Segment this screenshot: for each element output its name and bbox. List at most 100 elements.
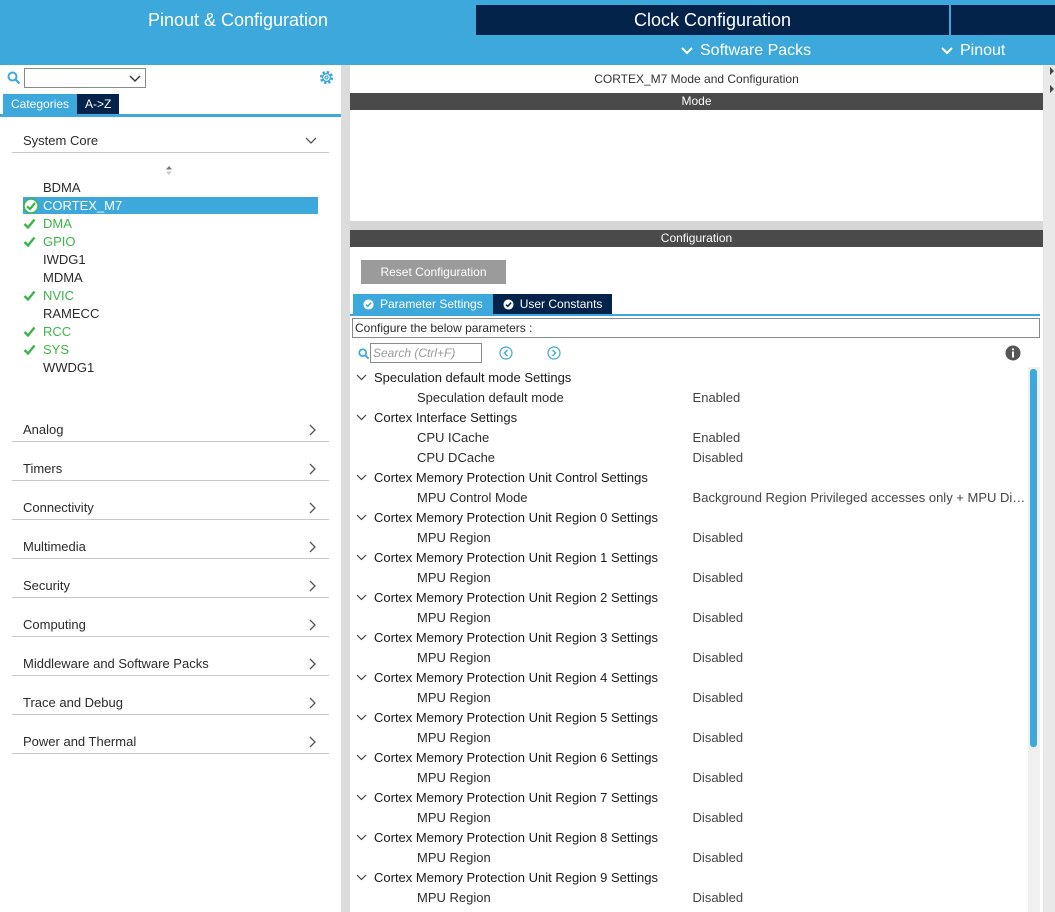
chevron-right-icon [309, 580, 316, 592]
peripheral-item[interactable]: NVIC [23, 287, 318, 304]
tab-label: User Constants [519, 297, 603, 311]
group-title: Cortex Memory Protection Unit Region 9 S… [374, 869, 658, 885]
category-connectivity[interactable]: Connectivity [12, 494, 329, 520]
category-label: Power and Thermal [23, 734, 137, 749]
parameter-group[interactable]: Cortex Memory Protection Unit Control Se… [356, 467, 648, 487]
parameter-row[interactable]: MPU Region Disabled [417, 527, 1026, 547]
peripheral-name: SYS [43, 342, 70, 357]
category-power-and-thermal[interactable]: Power and Thermal [12, 728, 329, 754]
collapse-icon[interactable] [1044, 67, 1054, 97]
parameter-row[interactable]: MPU Region Disabled [417, 847, 1026, 867]
parameter-group[interactable]: Cortex Memory Protection Unit Region 2 S… [356, 587, 658, 607]
category-multimedia[interactable]: Multimedia [12, 533, 329, 559]
parameter-row[interactable]: MPU Region Disabled [417, 647, 1026, 667]
parameter-search-input[interactable]: Search (Ctrl+F) [370, 343, 482, 363]
parameter-value[interactable]: Disabled [693, 690, 1026, 705]
parameter-group[interactable]: Cortex Memory Protection Unit Region 6 S… [356, 747, 658, 767]
peripheral-item[interactable]: CORTEX_M7 [23, 197, 318, 214]
category-middleware-and-software-packs[interactable]: Middleware and Software Packs [12, 650, 329, 676]
parameter-value[interactable]: Disabled [693, 530, 1026, 545]
parameter-scrollbar[interactable] [1028, 367, 1040, 912]
parameter-value[interactable]: Enabled [693, 390, 1026, 405]
parameter-value[interactable]: Disabled [693, 730, 1026, 745]
parameter-group[interactable]: Cortex Memory Protection Unit Region 8 S… [356, 827, 658, 847]
group-title: Cortex Memory Protection Unit Region 6 S… [374, 749, 658, 765]
category-search-combo[interactable] [24, 68, 146, 88]
prev-icon[interactable] [499, 346, 513, 360]
scrollbar-thumb[interactable] [1030, 369, 1037, 747]
parameter-value[interactable]: Disabled [693, 610, 1026, 625]
parameter-value[interactable]: Background Region Privileged accesses on… [693, 490, 1026, 505]
parameter-row[interactable]: MPU Region Disabled [417, 727, 1026, 747]
category-security[interactable]: Security [12, 572, 329, 598]
parameter-group[interactable]: Cortex Interface Settings [356, 407, 517, 427]
tab-clock-configuration[interactable]: Clock Configuration [476, 5, 949, 35]
parameter-group[interactable]: Cortex Memory Protection Unit Region 0 S… [356, 507, 658, 527]
category-system-core[interactable]: System Core [12, 127, 329, 153]
peripheral-name: WWDG1 [43, 360, 95, 375]
peripheral-item[interactable]: SYS [23, 341, 318, 358]
tab-a-z[interactable]: A->Z [77, 94, 120, 114]
parameter-name: MPU Region [417, 609, 491, 625]
parameter-row[interactable]: MPU Region Disabled [417, 887, 1026, 907]
parameter-group[interactable]: Cortex Memory Protection Unit Region 5 S… [356, 707, 658, 727]
category-trace-and-debug[interactable]: Trace and Debug [12, 689, 329, 715]
next-icon[interactable] [547, 346, 561, 360]
parameter-value[interactable]: Disabled [693, 770, 1026, 785]
parameter-row[interactable]: CPU DCache Disabled [417, 447, 1026, 467]
peripheral-item[interactable]: MDMA [23, 269, 318, 286]
parameter-group[interactable]: Cortex Memory Protection Unit Region 4 S… [356, 667, 658, 687]
parameter-value[interactable]: Disabled [693, 450, 1026, 465]
chevron-down-icon [305, 137, 317, 144]
panel-splitter[interactable] [341, 65, 350, 912]
peripheral-item[interactable]: RCC [23, 323, 318, 340]
peripheral-name: DMA [43, 216, 72, 231]
peripheral-item[interactable]: GPIO [23, 233, 318, 250]
category-computing[interactable]: Computing [12, 611, 329, 637]
sort-icon[interactable] [165, 165, 173, 176]
parameter-value[interactable]: Disabled [693, 810, 1026, 825]
peripheral-item[interactable]: RAMECC [23, 305, 318, 322]
parameter-row[interactable]: Speculation default mode Enabled [417, 387, 1026, 407]
search-icon [7, 71, 21, 85]
parameter-group[interactable]: Cortex Memory Protection Unit Region 1 S… [356, 547, 658, 567]
parameter-value[interactable]: Disabled [693, 570, 1026, 585]
software-packs-menu[interactable]: Software Packs [680, 42, 811, 60]
category-label: Trace and Debug [23, 695, 123, 710]
tab-extra[interactable] [951, 5, 1055, 35]
parameter-row[interactable]: MPU Region Disabled [417, 687, 1026, 707]
chevron-down-icon [356, 674, 367, 680]
tab-user-constants[interactable]: User Constants [492, 294, 613, 314]
chevron-down-icon[interactable] [129, 75, 141, 83]
parameter-group[interactable]: Cortex Memory Protection Unit Region 7 S… [356, 787, 658, 807]
parameter-value[interactable]: Disabled [693, 890, 1026, 905]
parameter-row[interactable]: MPU Region Disabled [417, 807, 1026, 827]
tab-pinout-configuration[interactable]: Pinout & Configuration [0, 5, 476, 35]
right-panel: CORTEX_M7 Mode and Configuration Mode Co… [350, 65, 1043, 912]
mode-config-splitter[interactable] [350, 221, 1043, 230]
pinout-menu[interactable]: Pinout [940, 42, 1005, 60]
peripheral-item[interactable]: BDMA [23, 179, 318, 196]
tab-categories[interactable]: Categories [3, 94, 78, 114]
parameter-group[interactable]: Cortex Memory Protection Unit Region 3 S… [356, 627, 658, 647]
peripheral-item[interactable]: IWDG1 [23, 251, 318, 268]
parameter-row[interactable]: MPU Region Disabled [417, 767, 1026, 787]
parameter-row[interactable]: MPU Region Disabled [417, 567, 1026, 587]
peripheral-item[interactable]: DMA [23, 215, 318, 232]
parameter-value[interactable]: Disabled [693, 650, 1026, 665]
parameter-value[interactable]: Disabled [693, 850, 1026, 865]
tab-parameter-settings[interactable]: Parameter Settings [353, 294, 493, 314]
parameter-group[interactable]: Speculation default mode Settings [356, 367, 571, 387]
gear-icon[interactable] [318, 69, 335, 86]
parameter-row[interactable]: MPU Control Mode Background Region Privil… [417, 487, 1026, 507]
peripheral-item[interactable]: WWDG1 [23, 359, 318, 376]
parameter-row[interactable]: MPU Region Disabled [417, 607, 1026, 627]
group-title: Cortex Memory Protection Unit Region 5 S… [374, 709, 658, 725]
category-analog[interactable]: Analog [12, 416, 329, 442]
reset-configuration-button[interactable]: Reset Configuration [361, 260, 506, 284]
category-timers[interactable]: Timers [12, 455, 329, 481]
parameter-group[interactable]: Cortex Memory Protection Unit Region 9 S… [356, 867, 658, 887]
parameter-row[interactable]: CPU ICache Enabled [417, 427, 1026, 447]
parameter-value[interactable]: Enabled [693, 430, 1026, 445]
info-icon[interactable] [1005, 345, 1021, 361]
